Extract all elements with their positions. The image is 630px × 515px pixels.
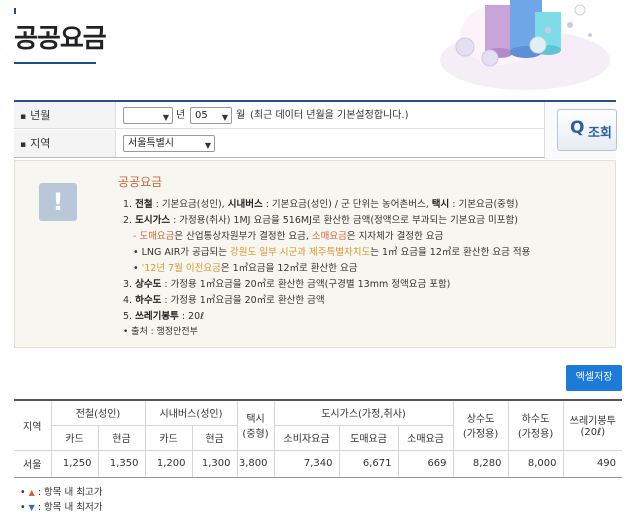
cell-subway-card: 1,250: [50, 449, 99, 478]
year-unit: 년: [176, 110, 186, 121]
header-trash: 쓰레기봉투 (20ℓ): [562, 400, 623, 451]
cell-sewage: 8,000: [507, 449, 564, 478]
header-gas-wholesale: 도매요금: [338, 424, 399, 451]
search-button[interactable]: Q 조회: [557, 109, 617, 151]
cell-bus-cash: 1,300: [191, 449, 238, 478]
utility-rates-table: 지역 전철(성인) 시내버스(성인) 택시 (중형) 도시가스(가정,취사) 상…: [14, 399, 623, 478]
notice-line-2b: • LNG AIR가 공급되는 강원도 일부 시군과 제주특별자치도는 1㎥ 요…: [133, 247, 531, 258]
excel-export-button[interactable]: 엑셀저장: [566, 365, 622, 391]
search-icon: Q: [570, 118, 585, 138]
notice-line-4: 4. 하수도 : 가정용 1㎥요금을 20㎥로 환산한 금액: [123, 295, 325, 306]
cell-gas-retail: 669: [397, 449, 454, 478]
page-title: 공공요금: [14, 24, 107, 54]
header-subway: 전철(성인): [50, 400, 146, 426]
header-bus: 시내버스(성인): [144, 400, 238, 426]
notice-line-2c: • '12년 7월 이전요금은 1㎥요금을 12㎥로 환산한 요금: [133, 263, 358, 274]
header-sewage: 하수도 (가정용): [507, 400, 564, 451]
notice-line-5: 5. 쓰레기봉투 : 20ℓ: [123, 311, 205, 322]
header-subway-cash: 현금: [97, 424, 146, 451]
notice-line-1: 1. 전철 : 기본요금(성인), 시내버스 : 기본요금(성인) / 군 단위…: [123, 199, 519, 210]
search-row-region: ▪ 지역 서울특별시 ▼: [14, 130, 616, 157]
cell-subway-cash: 1,350: [97, 449, 146, 478]
exclamation-icon: !: [39, 183, 77, 221]
legend-high: • ▲ : 항목 내 최고가: [20, 487, 103, 498]
chevron-down-icon: ▼: [204, 141, 211, 150]
header-chart-illustration: [440, 0, 610, 90]
notice-title: 공공요금: [118, 175, 163, 189]
header-gas-retail: 소매요금: [397, 424, 454, 451]
cell-bus-card: 1,200: [144, 449, 193, 478]
region-select[interactable]: 서울특별시 ▼: [123, 135, 215, 152]
triangle-up-icon: ▲: [28, 488, 35, 497]
page-header: 공공요금: [0, 0, 630, 95]
notice-line-2: 2. 도시가스 : 가정용(취사) 1MJ 요금을 516MJ로 환산한 금액(…: [123, 215, 518, 226]
header-subway-card: 카드: [51, 424, 99, 451]
title-accent-mark: [14, 8, 16, 14]
header-region: 지역: [14, 400, 52, 451]
table-header-row: 지역 전철(성인) 시내버스(성인) 택시 (중형) 도시가스(가정,취사) 상…: [14, 400, 623, 451]
month-unit: 월: [236, 110, 246, 121]
region-label: ▪ 지역: [14, 130, 116, 157]
chevron-down-icon: ▼: [162, 113, 169, 122]
year-select[interactable]: ▼: [123, 107, 173, 124]
cell-water: 8,280: [452, 449, 509, 478]
year-month-label: ▪ 년월: [14, 102, 116, 128]
legend-low: • ▼ : 항목 내 최저가: [20, 502, 103, 513]
notice-line-3: 3. 상수도 : 가정용 1㎥요금을 20㎥로 환산한 금액(구경별 13mm …: [123, 279, 451, 290]
cell-region: 서울: [14, 449, 52, 478]
header-bus-cash: 현금: [191, 424, 238, 451]
header-gas: 도시가스(가정,취사): [273, 400, 454, 426]
header-taxi: 택시 (중형): [236, 400, 275, 451]
date-default-note: (최근 데이터 년월을 기본설정합니다.): [250, 110, 409, 121]
notice-box: ! 공공요금 1. 전철 : 기본요금(성인), 시내버스 : 기본요금(성인)…: [14, 160, 616, 348]
title-underline: [14, 62, 96, 64]
cell-gas-consumer: 7,340: [273, 449, 340, 478]
search-row-year-month: ▪ 년월 ▼ 년 05 ▼ 월 (최근 데이터 년월을 기본설정합니다.): [14, 102, 616, 129]
search-form: ▪ 년월 ▼ 년 05 ▼ 월 (최근 데이터 년월을 기본설정합니다.) ▪ 지역 …: [14, 100, 617, 159]
cell-trash: 490: [562, 449, 623, 478]
triangle-down-icon: ▼: [28, 503, 35, 512]
table-row: 서울 1,250 1,350 1,200 1,300 3,800 7,340 6…: [14, 449, 623, 478]
cell-taxi: 3,800: [236, 449, 275, 478]
cell-gas-wholesale: 6,671: [338, 449, 399, 478]
header-bus-card: 카드: [144, 424, 193, 451]
month-select[interactable]: 05 ▼: [190, 107, 232, 124]
header-gas-consumer: 소비자요금: [273, 424, 340, 451]
notice-line-2a: - 도매요금은 산업통상자원부가 결정한 요금, 소매요금은 지자체가 결정한 …: [133, 231, 444, 242]
notice-source: • 출처 : 행정안전부: [123, 327, 198, 337]
search-button-area: Q 조회: [544, 102, 617, 159]
header-water: 상수도 (가정용): [452, 400, 509, 451]
chevron-down-icon: ▼: [221, 113, 228, 122]
